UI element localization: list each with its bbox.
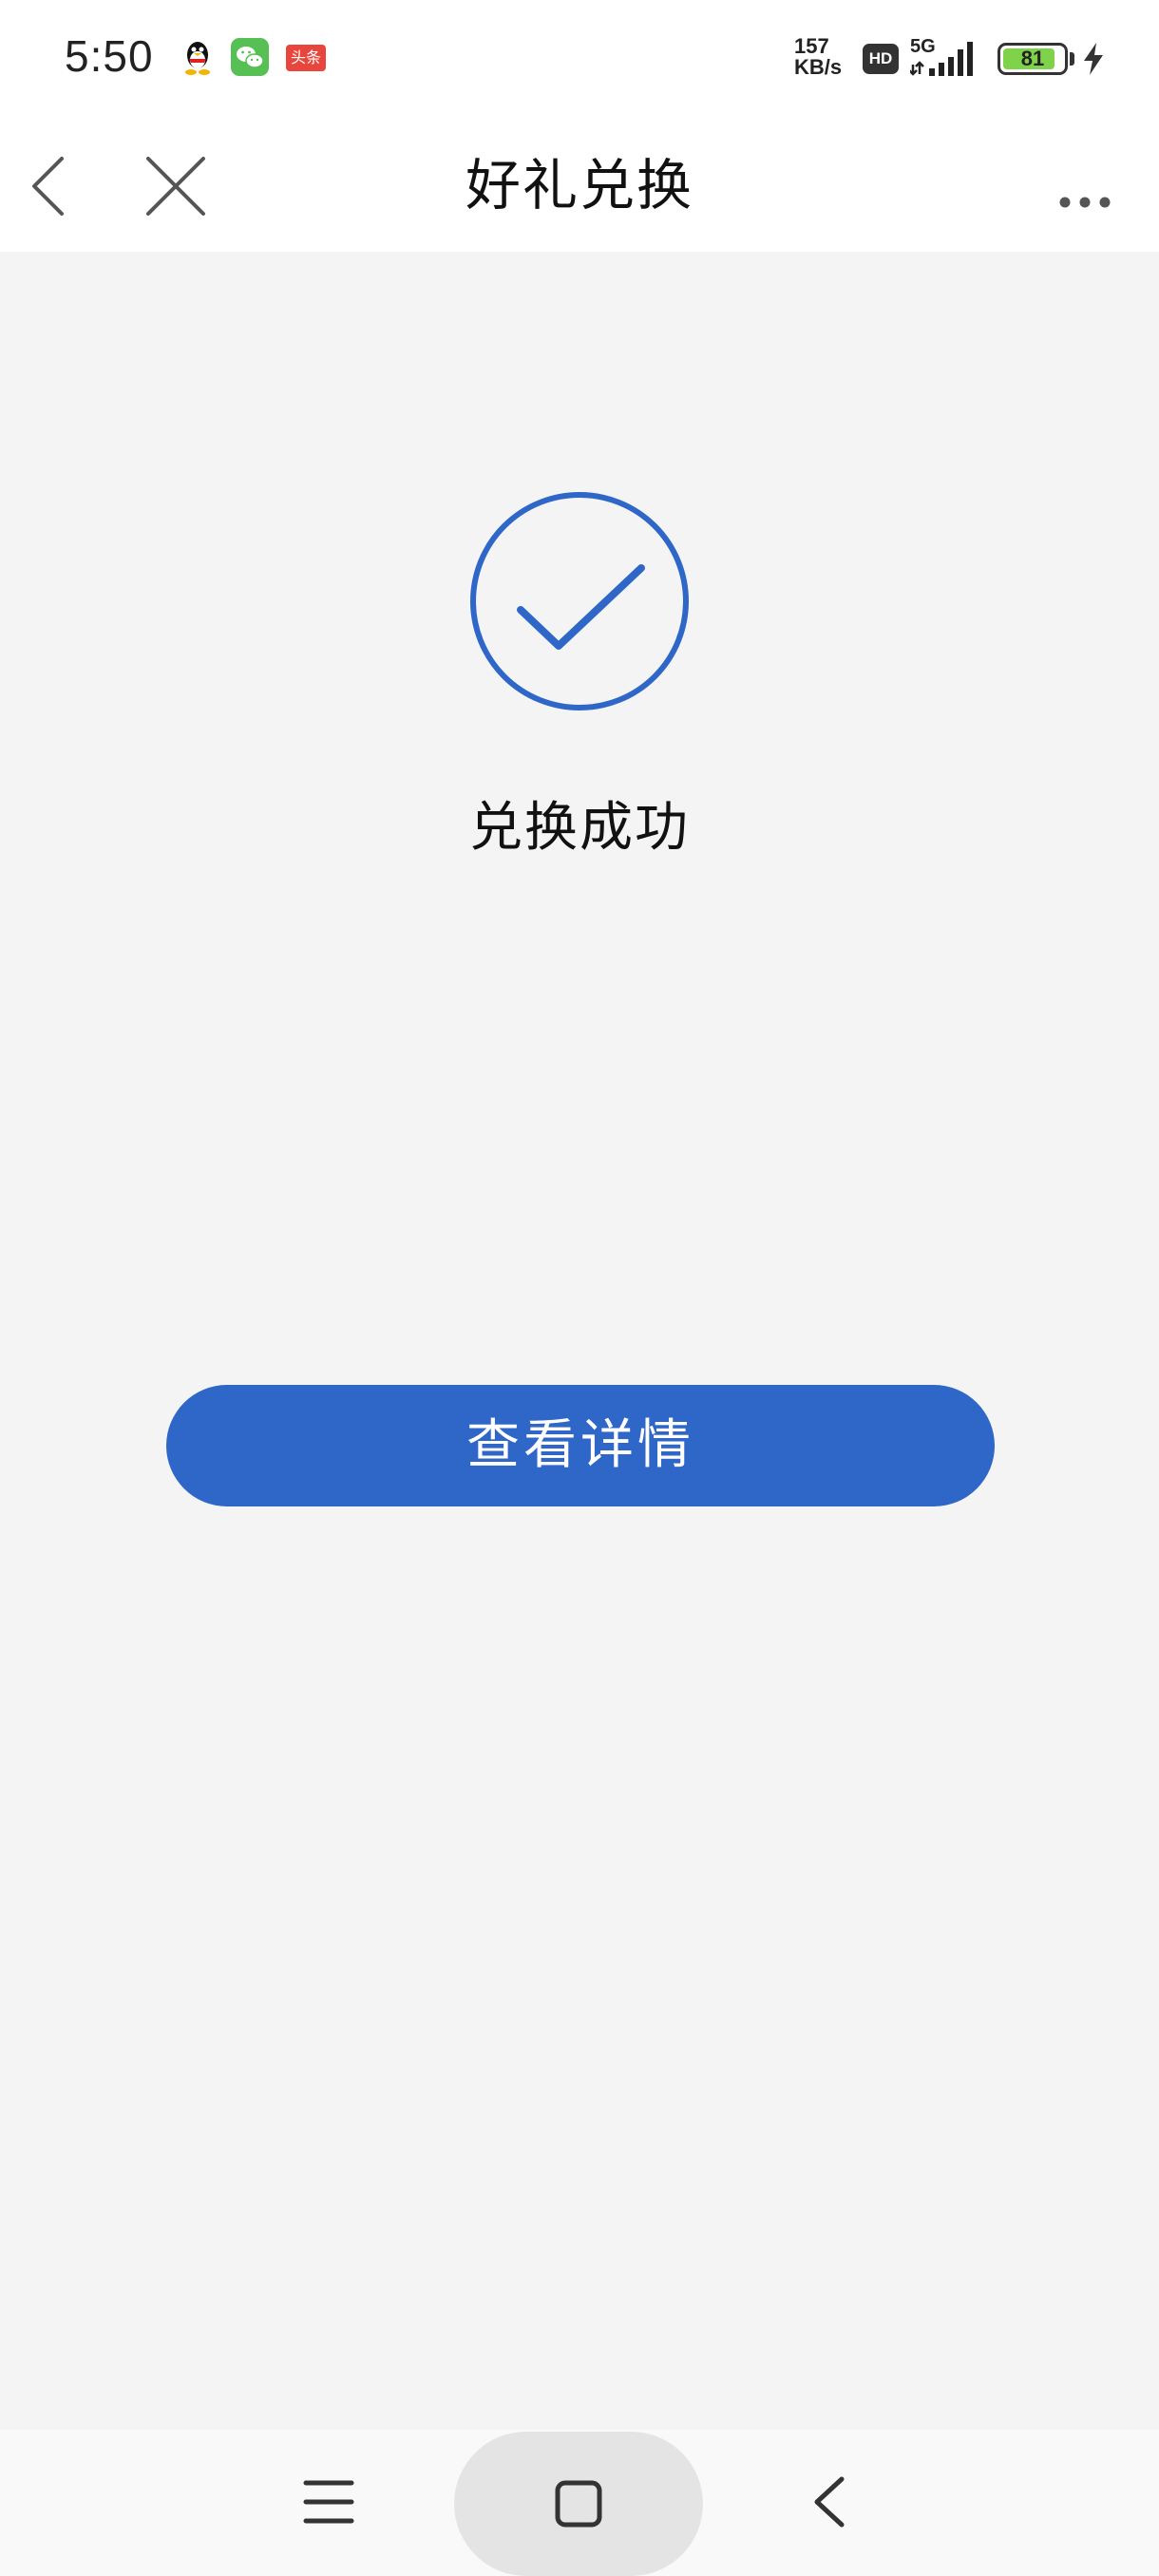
qq-icon xyxy=(185,42,210,75)
battery-level: 81 xyxy=(1020,47,1045,70)
nav-bar: 好礼兑换 xyxy=(0,119,1159,252)
chevron-left-icon xyxy=(32,157,64,216)
battery-cap xyxy=(1070,52,1074,66)
back-button[interactable] xyxy=(19,143,104,229)
more-button[interactable] xyxy=(1045,143,1130,229)
signal-indicator: 5G xyxy=(910,36,986,78)
network-speed-value: 157 xyxy=(794,34,829,58)
more-dots-icon xyxy=(1059,197,1111,208)
signal-bars-icon xyxy=(910,42,973,76)
success-message: 兑换成功 xyxy=(469,797,690,859)
view-details-button[interactable]: 查看详情 xyxy=(166,1385,995,1506)
menu-icon xyxy=(303,2480,354,2524)
status-bar: 5:50 头条 157 KB/s HD 5G 81 xyxy=(0,0,1159,119)
toutiao-icon: 头条 xyxy=(286,45,326,71)
check-circle-icon xyxy=(470,492,689,710)
home-button[interactable] xyxy=(454,2432,703,2576)
close-button[interactable] xyxy=(133,143,218,229)
close-icon xyxy=(146,157,205,216)
chevron-left-icon xyxy=(814,2476,845,2528)
recent-apps-button[interactable] xyxy=(294,2468,363,2536)
wechat-icon xyxy=(231,38,269,76)
system-nav-bar xyxy=(0,2430,1159,2576)
system-back-button[interactable] xyxy=(796,2468,864,2536)
battery-indicator: 81 xyxy=(998,43,1068,75)
home-square-icon xyxy=(555,2480,602,2528)
charging-icon xyxy=(1084,43,1103,75)
page-title: 好礼兑换 xyxy=(465,153,694,218)
hd-badge: HD xyxy=(863,44,899,74)
network-speed-unit: KB/s xyxy=(794,55,843,79)
network-speed: 157 KB/s xyxy=(794,36,842,78)
status-time: 5:50 xyxy=(65,31,154,81)
